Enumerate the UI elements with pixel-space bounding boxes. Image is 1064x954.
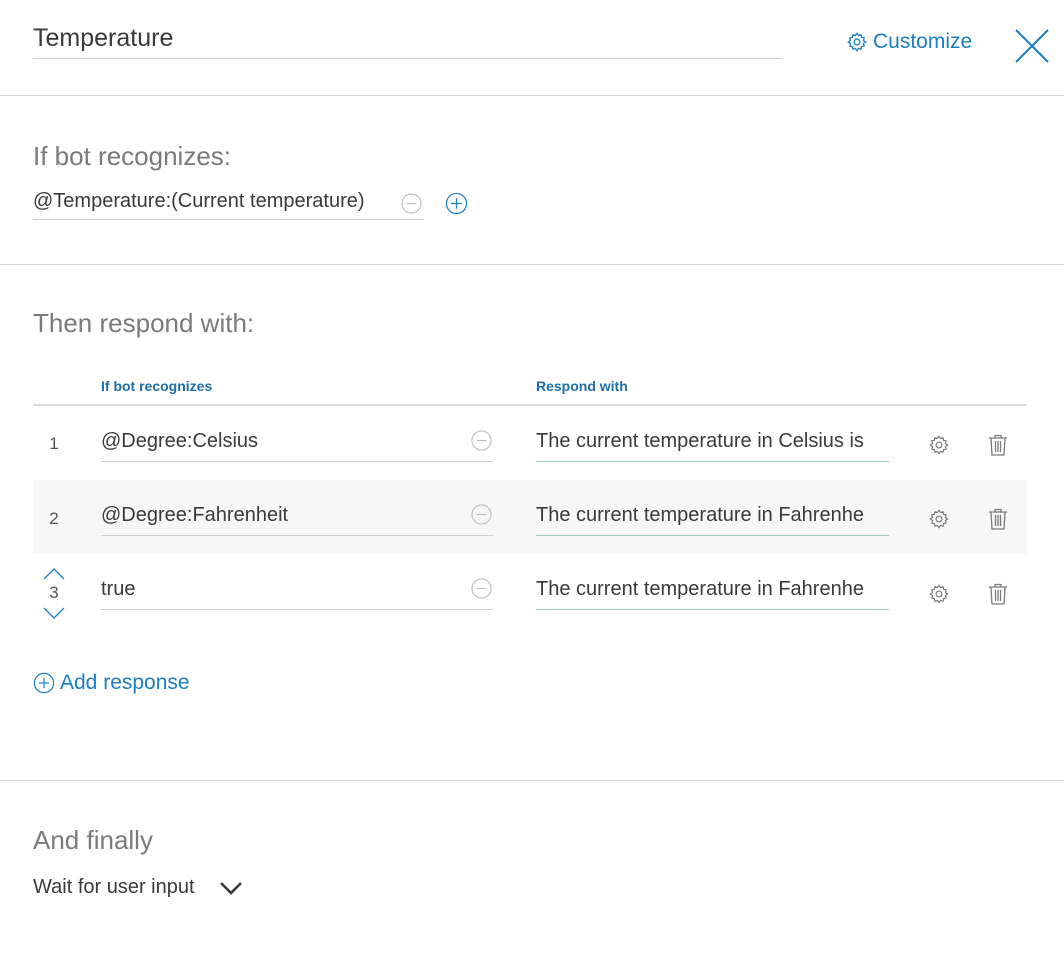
condition-input[interactable]: @Temperature:(Current temperature) [33, 188, 424, 220]
minus-circle-icon[interactable] [471, 504, 492, 525]
responses-title: Then respond with: [33, 308, 255, 338]
plus-circle-icon [33, 672, 55, 694]
column-header-condition: If bot recognizes [101, 378, 213, 394]
gear-icon[interactable] [928, 508, 950, 530]
condition-title: If bot recognizes: [33, 141, 231, 171]
plus-circle-icon[interactable] [445, 192, 468, 215]
minus-circle-icon[interactable] [471, 430, 492, 451]
close-icon[interactable] [1012, 26, 1052, 66]
row-number: 3 [49, 583, 59, 602]
gear-icon [847, 32, 867, 52]
column-header-response: Respond with [536, 378, 628, 394]
trash-icon[interactable] [988, 508, 1008, 530]
condition-section: If bot recognizes: @Temperature:(Current… [0, 97, 1064, 265]
responses-table-header: If bot recognizes Respond with [33, 376, 1027, 406]
trash-icon[interactable] [988, 583, 1008, 605]
responses-section: Then respond with: If bot recognizes Res… [0, 266, 1064, 781]
node-header: Temperature Customize [0, 0, 1064, 96]
response-row: 3 true The current temperature in Fahren… [33, 554, 1027, 628]
response-row: 1 @Degree:Celsius The current temperatur… [33, 406, 1027, 480]
move-down-icon[interactable] [43, 607, 65, 619]
customize-label: Customize [873, 30, 973, 53]
row-condition-input[interactable]: @Degree:Fahrenheit [101, 502, 493, 536]
gear-icon[interactable] [928, 434, 950, 456]
finally-section: And finally Wait for user input [0, 782, 1064, 954]
add-response-label: Add response [60, 671, 190, 694]
row-condition-input[interactable]: true [101, 576, 493, 610]
finally-title: And finally [33, 825, 153, 855]
response-row: 2 @Degree:Fahrenheit The current tempera… [33, 480, 1027, 554]
minus-circle-icon[interactable] [471, 578, 492, 599]
row-response-input[interactable]: The current temperature in Fahrenhe [536, 576, 889, 610]
chevron-down-icon [219, 881, 242, 895]
trash-icon[interactable] [988, 434, 1008, 456]
row-response-input[interactable]: The current temperature in Fahrenhe [536, 502, 889, 536]
finally-action-value: Wait for user input [33, 876, 195, 898]
row-condition-input[interactable]: @Degree:Celsius [101, 428, 493, 462]
minus-circle-icon[interactable] [401, 193, 422, 214]
row-number: 2 [49, 509, 59, 528]
move-up-icon[interactable] [43, 568, 65, 580]
row-response-input[interactable]: The current temperature in Celsius is [536, 428, 889, 462]
node-name-input[interactable]: Temperature [33, 22, 782, 59]
finally-action-dropdown[interactable]: Wait for user input [33, 876, 243, 899]
row-number: 1 [49, 434, 59, 453]
gear-icon[interactable] [928, 583, 950, 605]
add-response-button[interactable]: Add response [33, 671, 190, 695]
customize-button[interactable]: Customize [846, 30, 972, 54]
